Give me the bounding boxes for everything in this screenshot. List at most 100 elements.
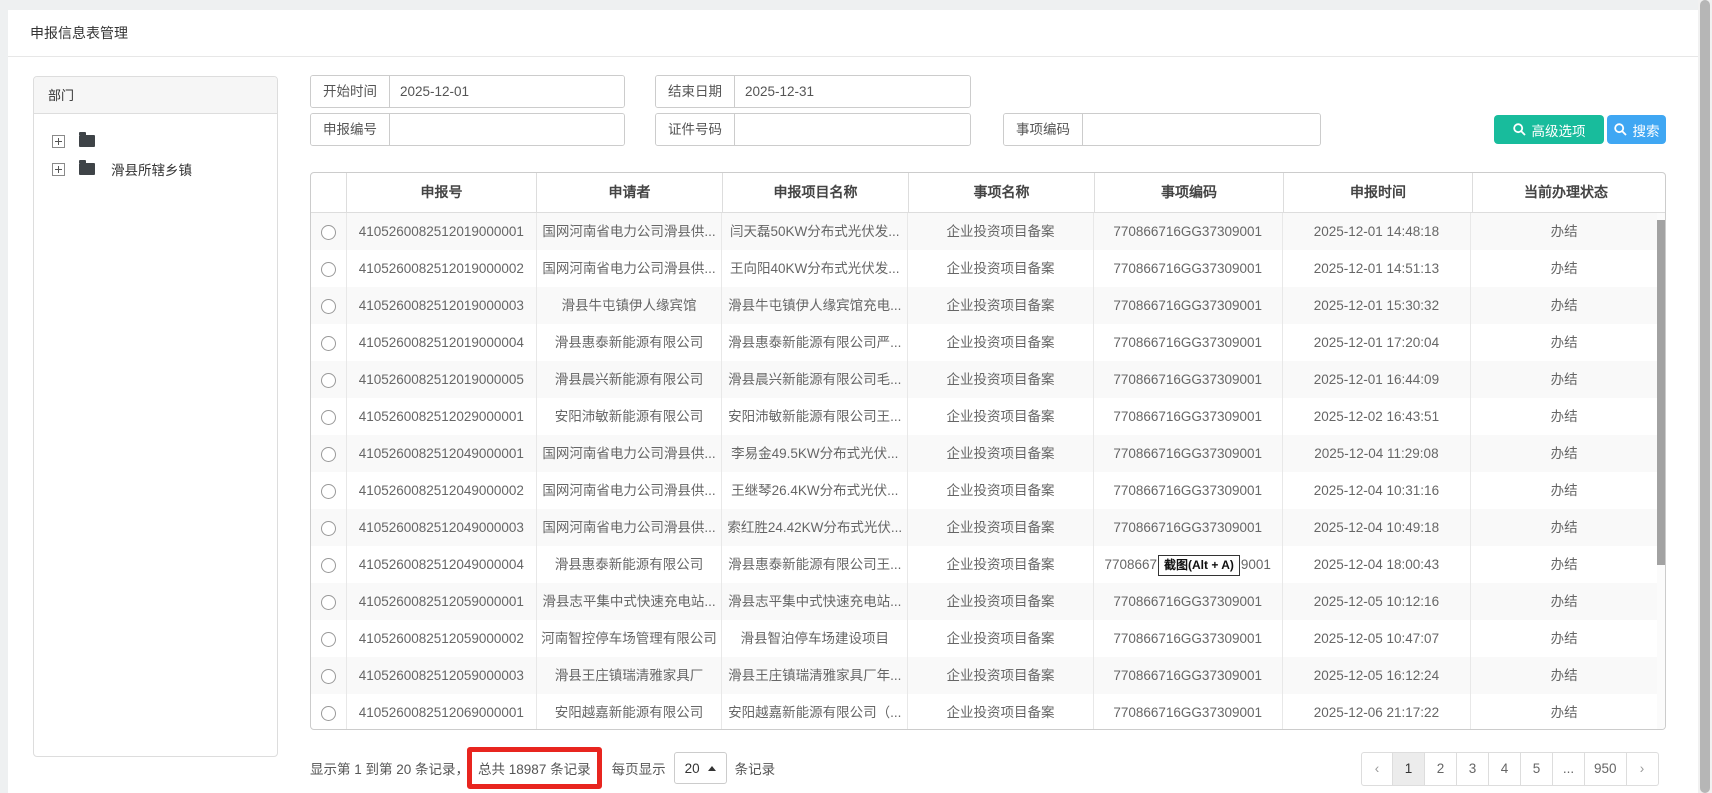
tree-item-townships[interactable]: 滑县所辖乡镇 bbox=[52, 156, 269, 182]
page-prev-button[interactable]: ‹ bbox=[1361, 752, 1393, 786]
row-radio[interactable] bbox=[321, 447, 336, 462]
cell-item: 企业投资项目备案 bbox=[908, 435, 1094, 472]
per-page-value: 20 bbox=[685, 761, 700, 776]
row-radio[interactable] bbox=[321, 669, 336, 684]
per-page-select[interactable]: 20 bbox=[674, 752, 727, 784]
cell-item: 企业投资项目备案 bbox=[908, 324, 1094, 361]
item-code-label: 事项编码 bbox=[1004, 114, 1083, 145]
advanced-options-button[interactable]: 高级选项 bbox=[1494, 115, 1604, 144]
cell-project: 王向阳40KW分布式光伏发... bbox=[722, 250, 908, 287]
cell-project: 安阳越嘉新能源有限公司（... bbox=[722, 694, 908, 730]
cell-status: 办结 bbox=[1471, 472, 1657, 509]
row-radio[interactable] bbox=[321, 632, 336, 647]
page-scrollbar[interactable] bbox=[1698, 0, 1712, 793]
table-row: 4105260082512059000002河南智控停车场管理有限公司滑县智泊停… bbox=[311, 620, 1657, 657]
cell-status: 办结 bbox=[1471, 250, 1657, 287]
item-code-input[interactable] bbox=[1083, 114, 1320, 145]
page-button-4[interactable]: 4 bbox=[1489, 752, 1521, 786]
table-body: 4105260082512019000001国网河南省电力公司滑县供...闫天磊… bbox=[311, 213, 1657, 729]
cell-status: 办结 bbox=[1471, 398, 1657, 435]
select-column-header bbox=[311, 173, 347, 212]
cell-status: 办结 bbox=[1471, 657, 1657, 694]
page-button-5[interactable]: 5 bbox=[1521, 752, 1553, 786]
page-button-2[interactable]: 2 bbox=[1425, 752, 1457, 786]
page-button-3[interactable]: 3 bbox=[1457, 752, 1489, 786]
expand-plus-icon[interactable] bbox=[52, 135, 65, 148]
row-radio[interactable] bbox=[321, 373, 336, 388]
declare-no-input[interactable] bbox=[390, 114, 624, 145]
cell-applicant: 滑县惠泰新能源有限公司 bbox=[537, 324, 723, 361]
expand-plus-icon[interactable] bbox=[52, 163, 65, 176]
cell-status: 办结 bbox=[1471, 213, 1657, 250]
cell-applicant: 国网河南省电力公司滑县供... bbox=[537, 472, 723, 509]
cell-applicant: 安阳越嘉新能源有限公司 bbox=[537, 694, 723, 730]
column-header: 申报时间 bbox=[1284, 173, 1473, 212]
table-row: 4105260082512059000003滑县王庄镇瑞清雅家具厂滑县王庄镇瑞清… bbox=[311, 657, 1657, 694]
cell-project: 王继琴26.4KW分布式光伏... bbox=[722, 472, 908, 509]
row-radio[interactable] bbox=[321, 521, 336, 536]
per-page-label: 每页显示 bbox=[612, 758, 666, 778]
radio-cell bbox=[311, 620, 347, 657]
search-icon bbox=[1513, 123, 1526, 136]
search-button-label: 搜索 bbox=[1633, 120, 1660, 140]
cell-item: 企业投资项目备案 bbox=[908, 213, 1094, 250]
code-text-before: 7708667 bbox=[1104, 557, 1157, 572]
cell-time: 2025-12-01 16:44:09 bbox=[1283, 361, 1472, 398]
column-header: 申请者 bbox=[537, 173, 723, 212]
cell-item: 企业投资项目备案 bbox=[908, 509, 1094, 546]
cell-no: 4105260082512049000004 bbox=[347, 546, 537, 583]
tree-item-county-direct[interactable]: 滑县县直机构 bbox=[52, 128, 269, 154]
cell-code: 770866716GG37309001 bbox=[1094, 287, 1283, 324]
cell-code: 770866716GG37309001 bbox=[1094, 398, 1283, 435]
cell-status: 办结 bbox=[1471, 324, 1657, 361]
row-radio[interactable] bbox=[321, 595, 336, 610]
advanced-options-label: 高级选项 bbox=[1532, 120, 1586, 140]
row-radio[interactable] bbox=[321, 299, 336, 314]
department-panel-header: 部门 bbox=[34, 77, 277, 114]
radio-cell bbox=[311, 657, 347, 694]
cell-code: 770866716GG37309001 bbox=[1094, 324, 1283, 361]
start-time-label: 开始时间 bbox=[311, 76, 390, 107]
cell-project: 滑县惠泰新能源有限公司严... bbox=[722, 324, 908, 361]
cell-project: 滑县志平集中式快速充电站... bbox=[722, 583, 908, 620]
cert-no-group: 证件号码 bbox=[655, 113, 971, 146]
cell-time: 2025-12-01 17:20:04 bbox=[1283, 324, 1472, 361]
cell-item: 企业投资项目备案 bbox=[908, 472, 1094, 509]
cell-status: 办结 bbox=[1471, 546, 1657, 583]
page-button-950[interactable]: 950 bbox=[1585, 752, 1627, 786]
cell-time: 2025-12-04 10:49:18 bbox=[1283, 509, 1472, 546]
row-radio[interactable] bbox=[321, 336, 336, 351]
row-radio[interactable] bbox=[321, 410, 336, 425]
cell-code: 770866716GG37309001 bbox=[1094, 694, 1283, 730]
column-header: 当前办理状态 bbox=[1473, 173, 1659, 212]
radio-cell bbox=[311, 435, 347, 472]
cell-code: 7708667截图(Alt + A)9001 bbox=[1094, 546, 1283, 583]
cell-status: 办结 bbox=[1471, 583, 1657, 620]
cell-time: 2025-12-05 10:47:07 bbox=[1283, 620, 1472, 657]
cell-item: 企业投资项目备案 bbox=[908, 657, 1094, 694]
search-button[interactable]: 搜索 bbox=[1607, 115, 1666, 144]
row-radio[interactable] bbox=[321, 484, 336, 499]
table-scrollbar-thumb[interactable] bbox=[1657, 220, 1665, 565]
end-date-input[interactable] bbox=[735, 76, 970, 107]
table-scrollbar[interactable] bbox=[1657, 213, 1665, 729]
row-radio[interactable] bbox=[321, 558, 336, 573]
cell-time: 2025-12-01 14:51:13 bbox=[1283, 250, 1472, 287]
end-date-group: 结束日期 bbox=[655, 75, 971, 108]
folder-icon bbox=[79, 163, 95, 175]
department-tree: 滑县县直机构 滑县所辖乡镇 bbox=[34, 114, 277, 182]
row-radio[interactable] bbox=[321, 262, 336, 277]
page-next-button[interactable]: › bbox=[1627, 752, 1659, 786]
page-button-1[interactable]: 1 bbox=[1393, 752, 1425, 786]
start-time-input[interactable] bbox=[390, 76, 624, 107]
page-scrollbar-thumb[interactable] bbox=[1700, 0, 1710, 793]
cert-no-input[interactable] bbox=[735, 114, 970, 145]
row-radio[interactable] bbox=[321, 225, 336, 240]
row-radio[interactable] bbox=[321, 706, 336, 721]
cell-time: 2025-12-04 10:31:16 bbox=[1283, 472, 1472, 509]
cell-applicant: 国网河南省电力公司滑县供... bbox=[537, 213, 723, 250]
cell-no: 4105260082512029000001 bbox=[347, 398, 537, 435]
cell-no: 4105260082512059000003 bbox=[347, 657, 537, 694]
per-page-suffix: 条记录 bbox=[735, 758, 776, 778]
cell-no: 4105260082512019000001 bbox=[347, 213, 537, 250]
